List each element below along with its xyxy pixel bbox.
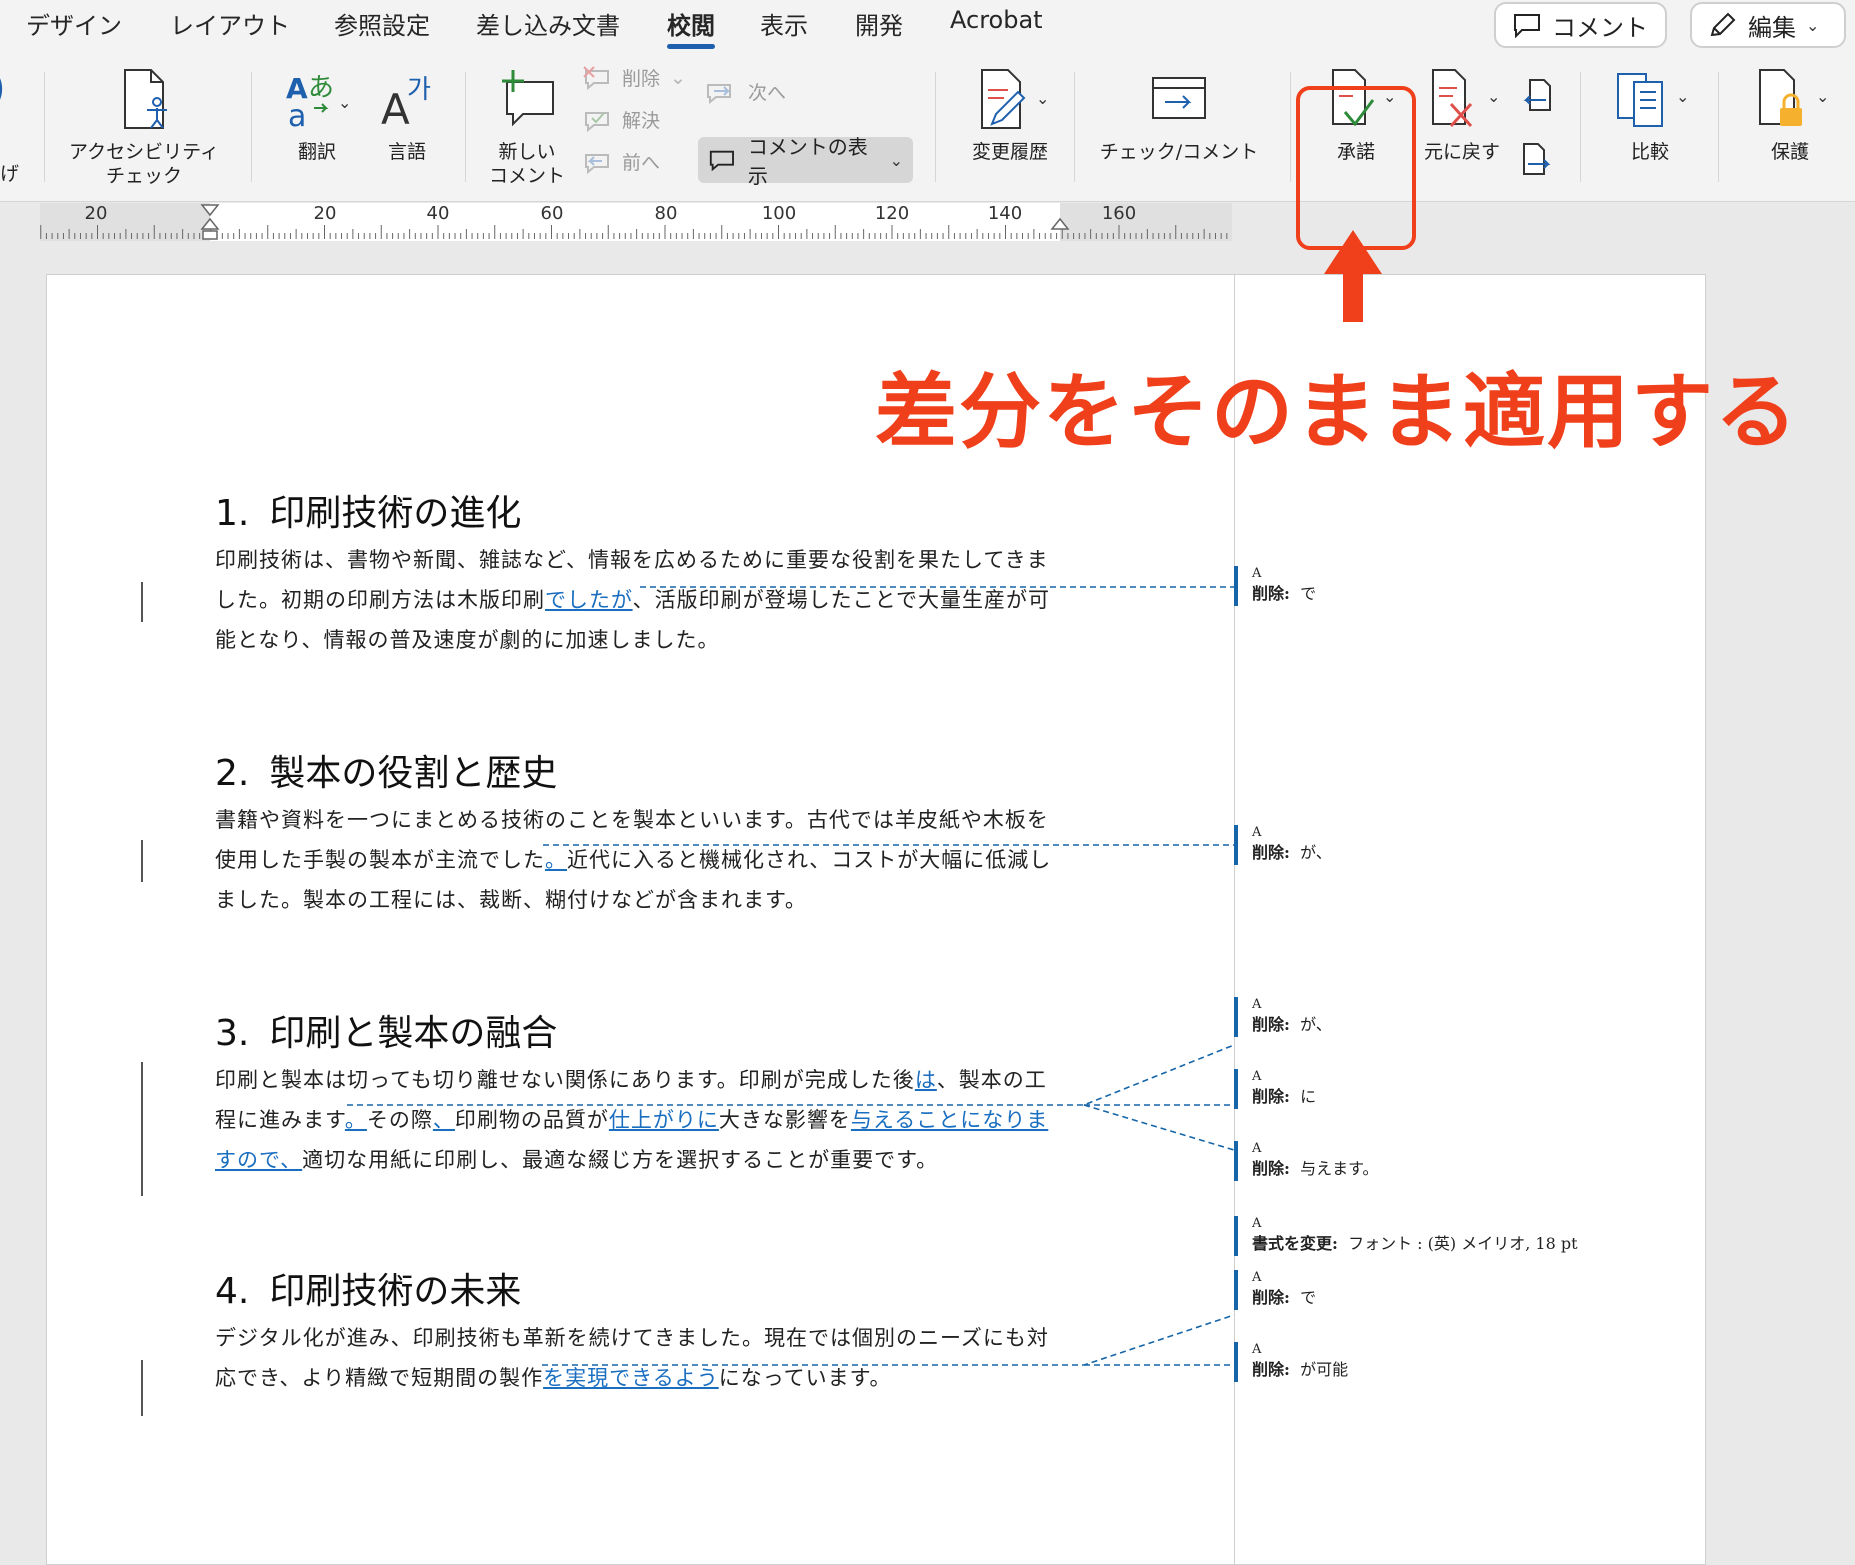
revision-balloon[interactable]: A 削除: に	[1234, 1069, 1834, 1109]
text-run: 適切な用紙に印刷し、最適な綴じ方を選択することが重要です。	[302, 1148, 939, 1172]
balloon-author: A	[1252, 997, 1262, 1012]
balloon-author: A	[1252, 1270, 1262, 1285]
text-run: デジタル化が進み、印刷技術も革新を続けてきました。現在では個別のニーズにも対	[215, 1326, 1049, 1350]
balloon-author: A	[1252, 1069, 1262, 1084]
revision-balloon[interactable]: A 削除: が、	[1234, 825, 1834, 865]
tracked-insertion: は	[914, 1068, 937, 1092]
text-run: 、活版印刷が登場したことで大量生産が可	[632, 588, 1050, 612]
tracked-insertion: 、	[432, 1108, 455, 1132]
tracked-insertion: すので、	[215, 1148, 303, 1172]
text-run: 印刷と製本は切っても切り離せない関係にあります。印刷が完成した後	[215, 1068, 915, 1092]
text-run: になっています。	[718, 1366, 892, 1390]
balloon-text: 削除: 与えます。	[1252, 1159, 1379, 1178]
paragraph-line: 能となり、情報の普及速度が劇的に加速しました。	[215, 620, 1055, 660]
balloon-text: 削除: が可能	[1252, 1360, 1349, 1379]
change-bar	[141, 582, 143, 622]
paragraph-line: ました。製本の工程には、裁断、糊付けなどが含まれます。	[215, 880, 1055, 920]
section-heading: 3. 印刷と製本の融合	[215, 1013, 558, 1054]
revision-balloon[interactable]: A 削除: 与えます。	[1234, 1141, 1834, 1181]
text-run: 程に進みます	[215, 1108, 345, 1132]
paragraph-line: 応でき、より精緻で短期間の製作を実現できるようになっています。	[215, 1358, 1055, 1398]
revision-balloon[interactable]: A 削除: で	[1234, 566, 1834, 606]
text-run: 大きな影響を	[718, 1108, 851, 1132]
tracked-insertion: 仕上がりに	[608, 1108, 719, 1132]
tracked-insertion: を実現できるよう	[543, 1366, 719, 1390]
text-run: した。初期の印刷方法は木版印刷	[215, 588, 545, 612]
tracked-insertion: 与えることになりま	[850, 1108, 1049, 1132]
tracked-insertion: 。	[344, 1108, 367, 1132]
text-run: その際	[366, 1108, 433, 1132]
change-bar	[141, 1062, 143, 1196]
balloon-author: A	[1252, 1342, 1262, 1357]
text-run: 能となり、情報の普及速度が劇的に加速しました。	[215, 628, 720, 652]
section-heading: 2. 製本の役割と歴史	[215, 753, 558, 794]
revision-balloon[interactable]: A 書式を変更: フォント : (英) メイリオ, 18 pt	[1234, 1216, 1834, 1256]
section-heading: 1. 印刷技術の進化	[215, 493, 522, 534]
balloon-author: A	[1252, 1216, 1262, 1231]
body-paragraph[interactable]: デジタル化が進み、印刷技術も革新を続けてきました。現在では個別のニーズにも対 応で…	[215, 1318, 1055, 1398]
text-run: 応でき、より精緻で短期間の製作	[215, 1366, 544, 1390]
paragraph-line: 使用した手製の製本が主流でした。近代に入ると機械化され、コストが大幅に低減し	[215, 840, 1055, 880]
balloon-text: 削除: で	[1252, 584, 1317, 603]
balloon-author: A	[1252, 1141, 1262, 1156]
paragraph-line: 書籍や資料を一つにまとめる技術のことを製本といいます。古代では羊皮紙や木板を	[215, 800, 1055, 840]
balloon-text: 削除: に	[1252, 1087, 1317, 1106]
text-run: 印刷技術は、書物や新聞、雑誌など、情報を広めるために重要な役割を果たしてきま	[215, 548, 1049, 572]
balloon-author: A	[1252, 825, 1262, 840]
balloon-text: 削除: が、	[1252, 843, 1332, 862]
body-paragraph[interactable]: 印刷と製本は切っても切り離せない関係にあります。印刷が完成した後は、製本の工 程に…	[215, 1060, 1055, 1180]
revision-balloon[interactable]: A 削除: が、	[1234, 997, 1834, 1037]
balloon-text: 削除: が、	[1252, 1015, 1332, 1034]
tracked-insertion: 。	[545, 848, 567, 872]
text-run: 近代に入ると機械化され、コストが大幅に低減し	[567, 848, 1052, 872]
annotation-callout-text: 差分をそのまま適用する	[875, 365, 1800, 460]
paragraph-line: 程に進みます。その際、印刷物の品質が仕上がりに大きな影響を与えることになりま	[215, 1100, 1055, 1140]
paragraph-line: すので、適切な用紙に印刷し、最適な綴じ方を選択することが重要です。	[215, 1140, 1055, 1180]
change-bar	[141, 840, 143, 882]
paragraph-line: した。初期の印刷方法は木版印刷でしたが、活版印刷が登場したことで大量生産が可	[215, 580, 1055, 620]
balloon-text: 書式を変更: フォント : (英) メイリオ, 18 pt	[1252, 1234, 1578, 1253]
text-run: ました。製本の工程には、裁断、糊付けなどが含まれます。	[215, 888, 807, 912]
body-paragraph[interactable]: 印刷技術は、書物や新聞、雑誌など、情報を広めるために重要な役割を果たしてきま した…	[215, 540, 1055, 660]
tracked-insertion: でしたが	[545, 588, 633, 612]
text-run: 印刷物の品質が	[454, 1108, 609, 1132]
paragraph-line: デジタル化が進み、印刷技術も革新を続けてきました。現在では個別のニーズにも対	[215, 1318, 1055, 1358]
text-run: 、製本の工	[936, 1068, 1047, 1092]
paragraph-line: 印刷と製本は切っても切り離せない関係にあります。印刷が完成した後は、製本の工	[215, 1060, 1055, 1100]
connector-line-3c	[1083, 1104, 1235, 1151]
body-paragraph[interactable]: 書籍や資料を一つにまとめる技術のことを製本といいます。古代では羊皮紙や木板を 使用…	[215, 800, 1055, 920]
change-bar	[141, 1360, 143, 1416]
revision-balloon[interactable]: A 削除: で	[1234, 1270, 1834, 1310]
section-heading: 4. 印刷技術の未来	[215, 1271, 522, 1312]
balloon-author: A	[1252, 566, 1262, 581]
text-run: 使用した手製の製本が主流でした	[215, 848, 545, 872]
balloon-text: 削除: で	[1252, 1288, 1317, 1307]
paragraph-line: 印刷技術は、書物や新聞、雑誌など、情報を広めるために重要な役割を果たしてきま	[215, 540, 1055, 580]
text-run: 書籍や資料を一つにまとめる技術のことを製本といいます。古代では羊皮紙や木板を	[215, 808, 1049, 832]
revision-balloon[interactable]: A 削除: が可能	[1234, 1342, 1834, 1382]
callout-arrow-icon	[1324, 230, 1382, 322]
